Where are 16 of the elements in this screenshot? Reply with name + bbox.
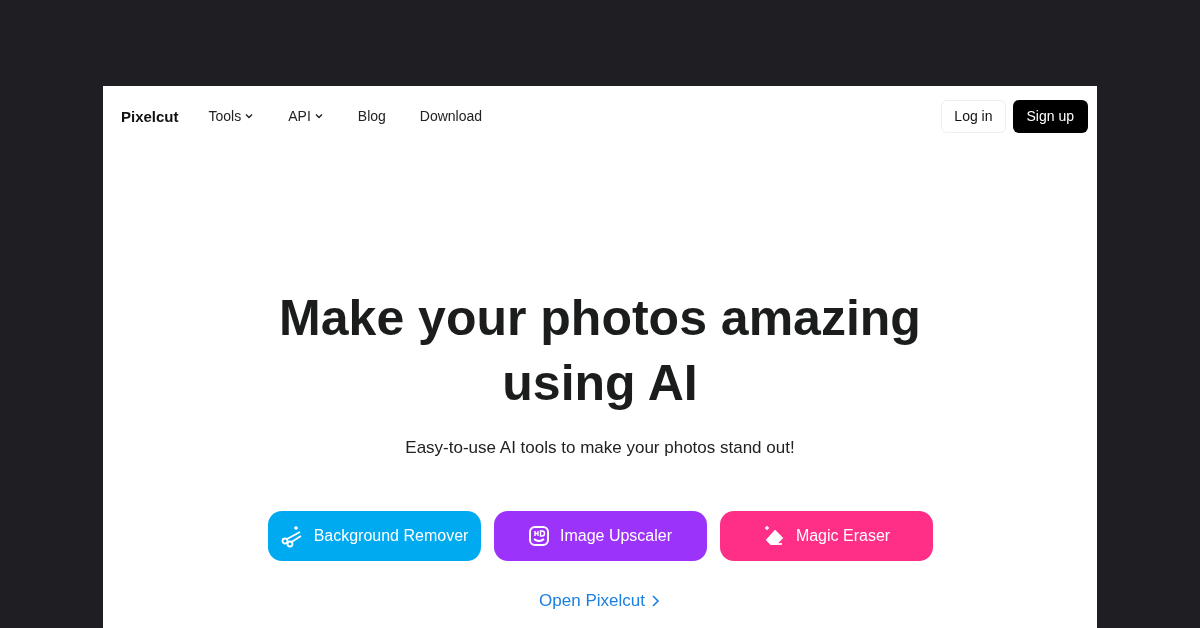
hero-title: Make your photos amazing using AI: [278, 289, 922, 413]
tool-button[interactable]: Magic Eraser: [719, 511, 933, 561]
nav-link[interactable]: Download: [419, 108, 483, 124]
tool-button[interactable]: Image Upscaler: [493, 511, 707, 561]
login-button[interactable]: Log in: [941, 99, 1006, 133]
scissors-icon: [279, 524, 304, 548]
signup-button[interactable]: Sign up: [1012, 99, 1088, 133]
hero-subtitle: Easy-to-use AI tools to make your photos stand out!: [405, 438, 795, 458]
nav-link[interactable]: Blog: [357, 108, 386, 124]
chevron-down-icon: [313, 111, 324, 121]
nav-link[interactable]: API: [288, 108, 324, 124]
nav-link[interactable]: Tools: [208, 108, 255, 124]
image-quality-icon: [527, 525, 550, 547]
open-app-link[interactable]: Open Pixelcut: [539, 591, 661, 611]
logo[interactable]: Pixelcut: [121, 107, 179, 125]
chevron-down-icon: [244, 111, 255, 121]
